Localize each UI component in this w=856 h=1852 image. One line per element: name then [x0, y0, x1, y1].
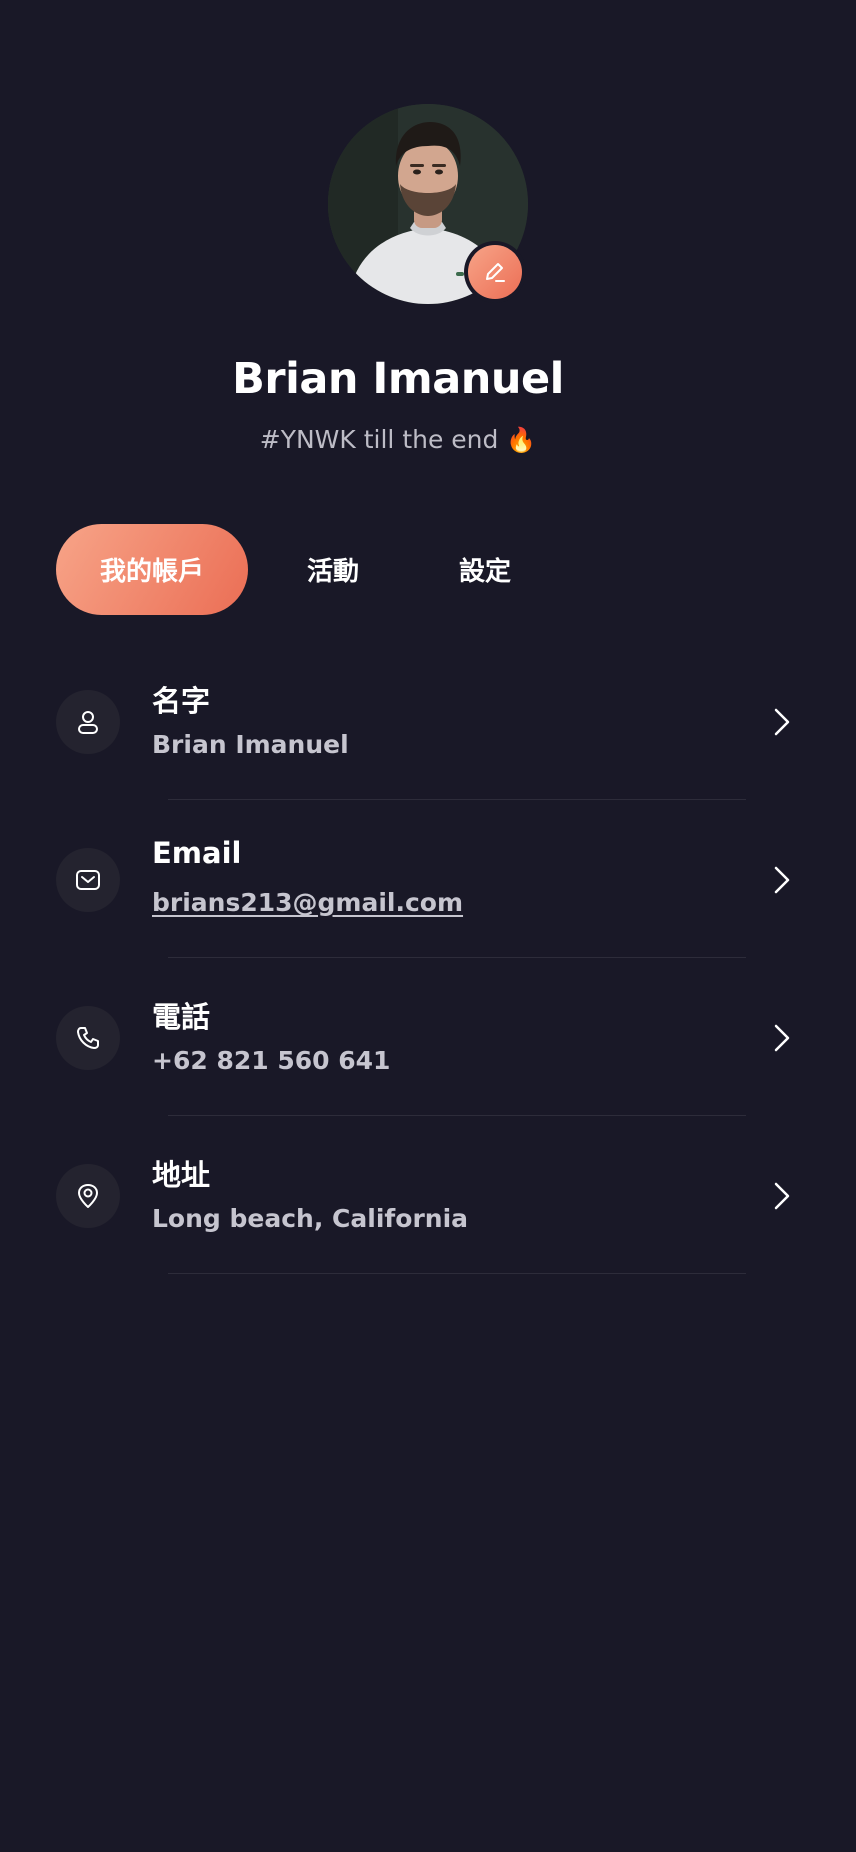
detail-label: 名字	[152, 684, 211, 718]
profile-name: Brian Imanuel	[232, 354, 564, 404]
profile-bio: #YNWK till the end 🔥	[0, 425, 796, 454]
tab-activity[interactable]: 活動	[248, 524, 418, 615]
fire-icon: 🔥	[506, 426, 537, 454]
chevron-right-icon	[774, 708, 790, 736]
tab-my-account[interactable]: 我的帳戶	[56, 524, 248, 615]
chevron-right-icon	[774, 866, 790, 894]
detail-row-address[interactable]: 地址 Long beach, California	[0, 1116, 856, 1274]
detail-row-phone[interactable]: 電話 +62 821 560 641	[0, 958, 856, 1116]
detail-label: 電話	[152, 1000, 211, 1034]
tab-settings[interactable]: 設定	[418, 524, 552, 615]
profile-tabs: 我的帳戶 活動 設定	[56, 524, 552, 615]
edit-avatar-button-fill	[468, 245, 522, 299]
detail-label: 地址	[152, 1158, 211, 1192]
chevron-right-icon	[774, 1182, 790, 1210]
mail-icon	[56, 848, 120, 912]
pencil-icon	[486, 263, 505, 282]
account-details-list: 名字 Brian Imanuel Email brians213@gmail.c…	[0, 642, 856, 1274]
detail-label: Email	[152, 836, 242, 870]
edit-avatar-button[interactable]	[464, 241, 526, 303]
detail-value: +62 821 560 641	[152, 1046, 391, 1075]
divider	[168, 1273, 746, 1274]
detail-value: Long beach, California	[152, 1204, 469, 1233]
phone-icon	[56, 1006, 120, 1070]
email-link[interactable]: brians213@gmail.com	[152, 888, 463, 917]
chevron-right-icon	[774, 1024, 790, 1052]
detail-value: Brian Imanuel	[152, 730, 349, 759]
user-icon	[56, 690, 120, 754]
profile-bio-text: #YNWK till the end	[259, 425, 499, 454]
detail-row-email[interactable]: Email brians213@gmail.com	[0, 800, 856, 958]
detail-row-name[interactable]: 名字 Brian Imanuel	[0, 642, 856, 800]
location-pin-icon	[56, 1164, 120, 1228]
avatar-container	[328, 104, 528, 304]
